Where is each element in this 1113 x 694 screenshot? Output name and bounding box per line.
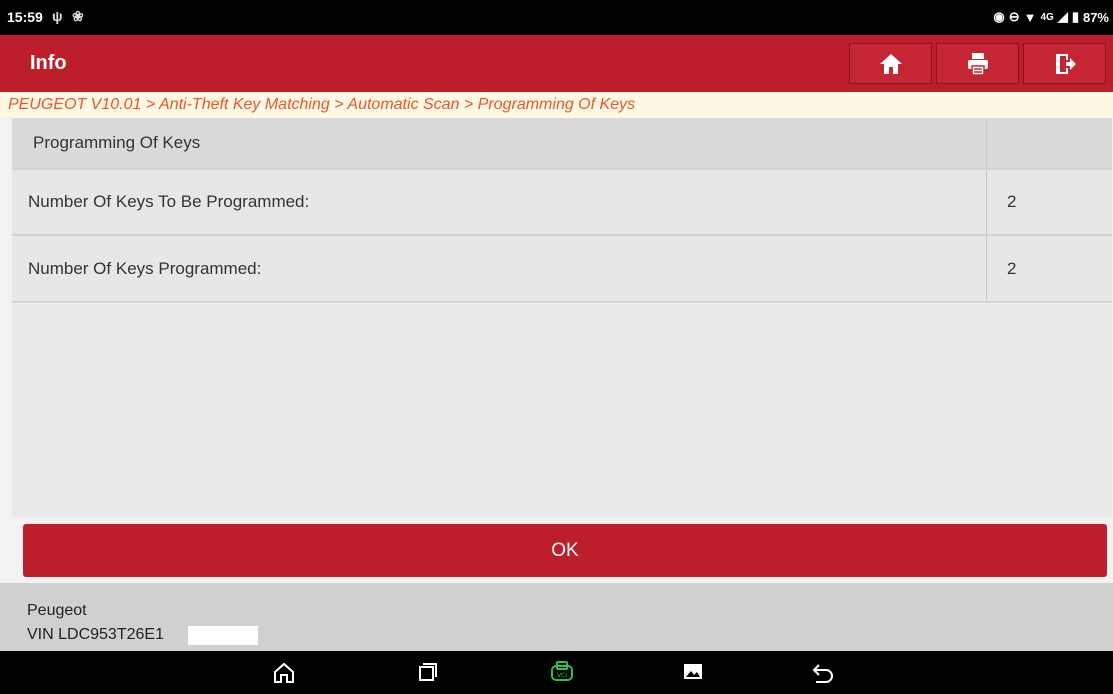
column-divider <box>986 170 987 234</box>
table-header: Programming Of Keys <box>12 118 1112 168</box>
gallery-icon[interactable] <box>683 662 703 682</box>
exit-button[interactable] <box>1023 43 1106 84</box>
svg-text:VCI: VCI <box>557 672 567 679</box>
table-header-label: Programming Of Keys <box>33 133 201 152</box>
home-nav-icon[interactable] <box>273 662 295 684</box>
do-not-disturb-icon: ⊖ <box>1008 9 1020 24</box>
location-icon: ◉ <box>993 9 1005 24</box>
vehicle-make: Peugeot <box>27 602 87 619</box>
page-title: Info <box>30 52 67 74</box>
column-divider <box>986 118 987 168</box>
vin-redaction <box>188 626 258 645</box>
vci-icon[interactable]: VCI <box>550 660 574 684</box>
row-value: 2 <box>1007 192 1017 211</box>
battery-percent: 87% <box>1082 9 1109 25</box>
row-label: Number Of Keys Programmed: <box>28 258 262 278</box>
column-divider <box>986 236 987 301</box>
print-icon <box>967 52 988 76</box>
bluetooth-icon: ❀ <box>72 8 84 24</box>
breadcrumb-text: PEUGEOT V10.01 > Anti-Theft Key Matching… <box>8 96 636 113</box>
exit-icon <box>1055 53 1076 74</box>
breadcrumb: PEUGEOT V10.01 > Anti-Theft Key Matching… <box>0 92 1113 118</box>
table-row: Number Of Keys Programmed: 2 <box>12 236 1112 301</box>
title-bar: Info <box>0 35 1113 92</box>
system-nav-bar: VCI <box>0 651 1113 694</box>
ok-button[interactable]: OK <box>23 524 1107 577</box>
print-button[interactable] <box>936 43 1019 84</box>
recent-apps-icon[interactable] <box>418 662 438 682</box>
row-label: Number Of Keys To Be Programmed: <box>28 192 310 211</box>
row-separator <box>12 301 1112 303</box>
status-time: 15:59 <box>7 9 43 25</box>
vehicle-vin: VIN LDC953T26E1 <box>27 626 164 643</box>
network-type: 4G <box>1040 11 1054 23</box>
wifi-icon: ▼ <box>1023 9 1037 25</box>
signal-icon: ◢ <box>1057 9 1068 24</box>
empty-content-area <box>12 304 1112 517</box>
back-icon[interactable] <box>811 662 835 684</box>
home-button[interactable] <box>849 43 932 84</box>
row-value: 2 <box>1007 258 1017 278</box>
usb-icon: ψ <box>52 8 63 24</box>
table-row: Number Of Keys To Be Programmed: 2 <box>12 170 1112 234</box>
status-bar: 15:59 ψ ❀ ◉ ⊖ ▼ 4G ◢ ▮ 87% <box>0 0 1113 35</box>
vehicle-info-footer: Peugeot VIN LDC953T26E1 <box>0 583 1113 651</box>
battery-icon: ▮ <box>1071 9 1079 24</box>
home-icon <box>879 53 902 74</box>
